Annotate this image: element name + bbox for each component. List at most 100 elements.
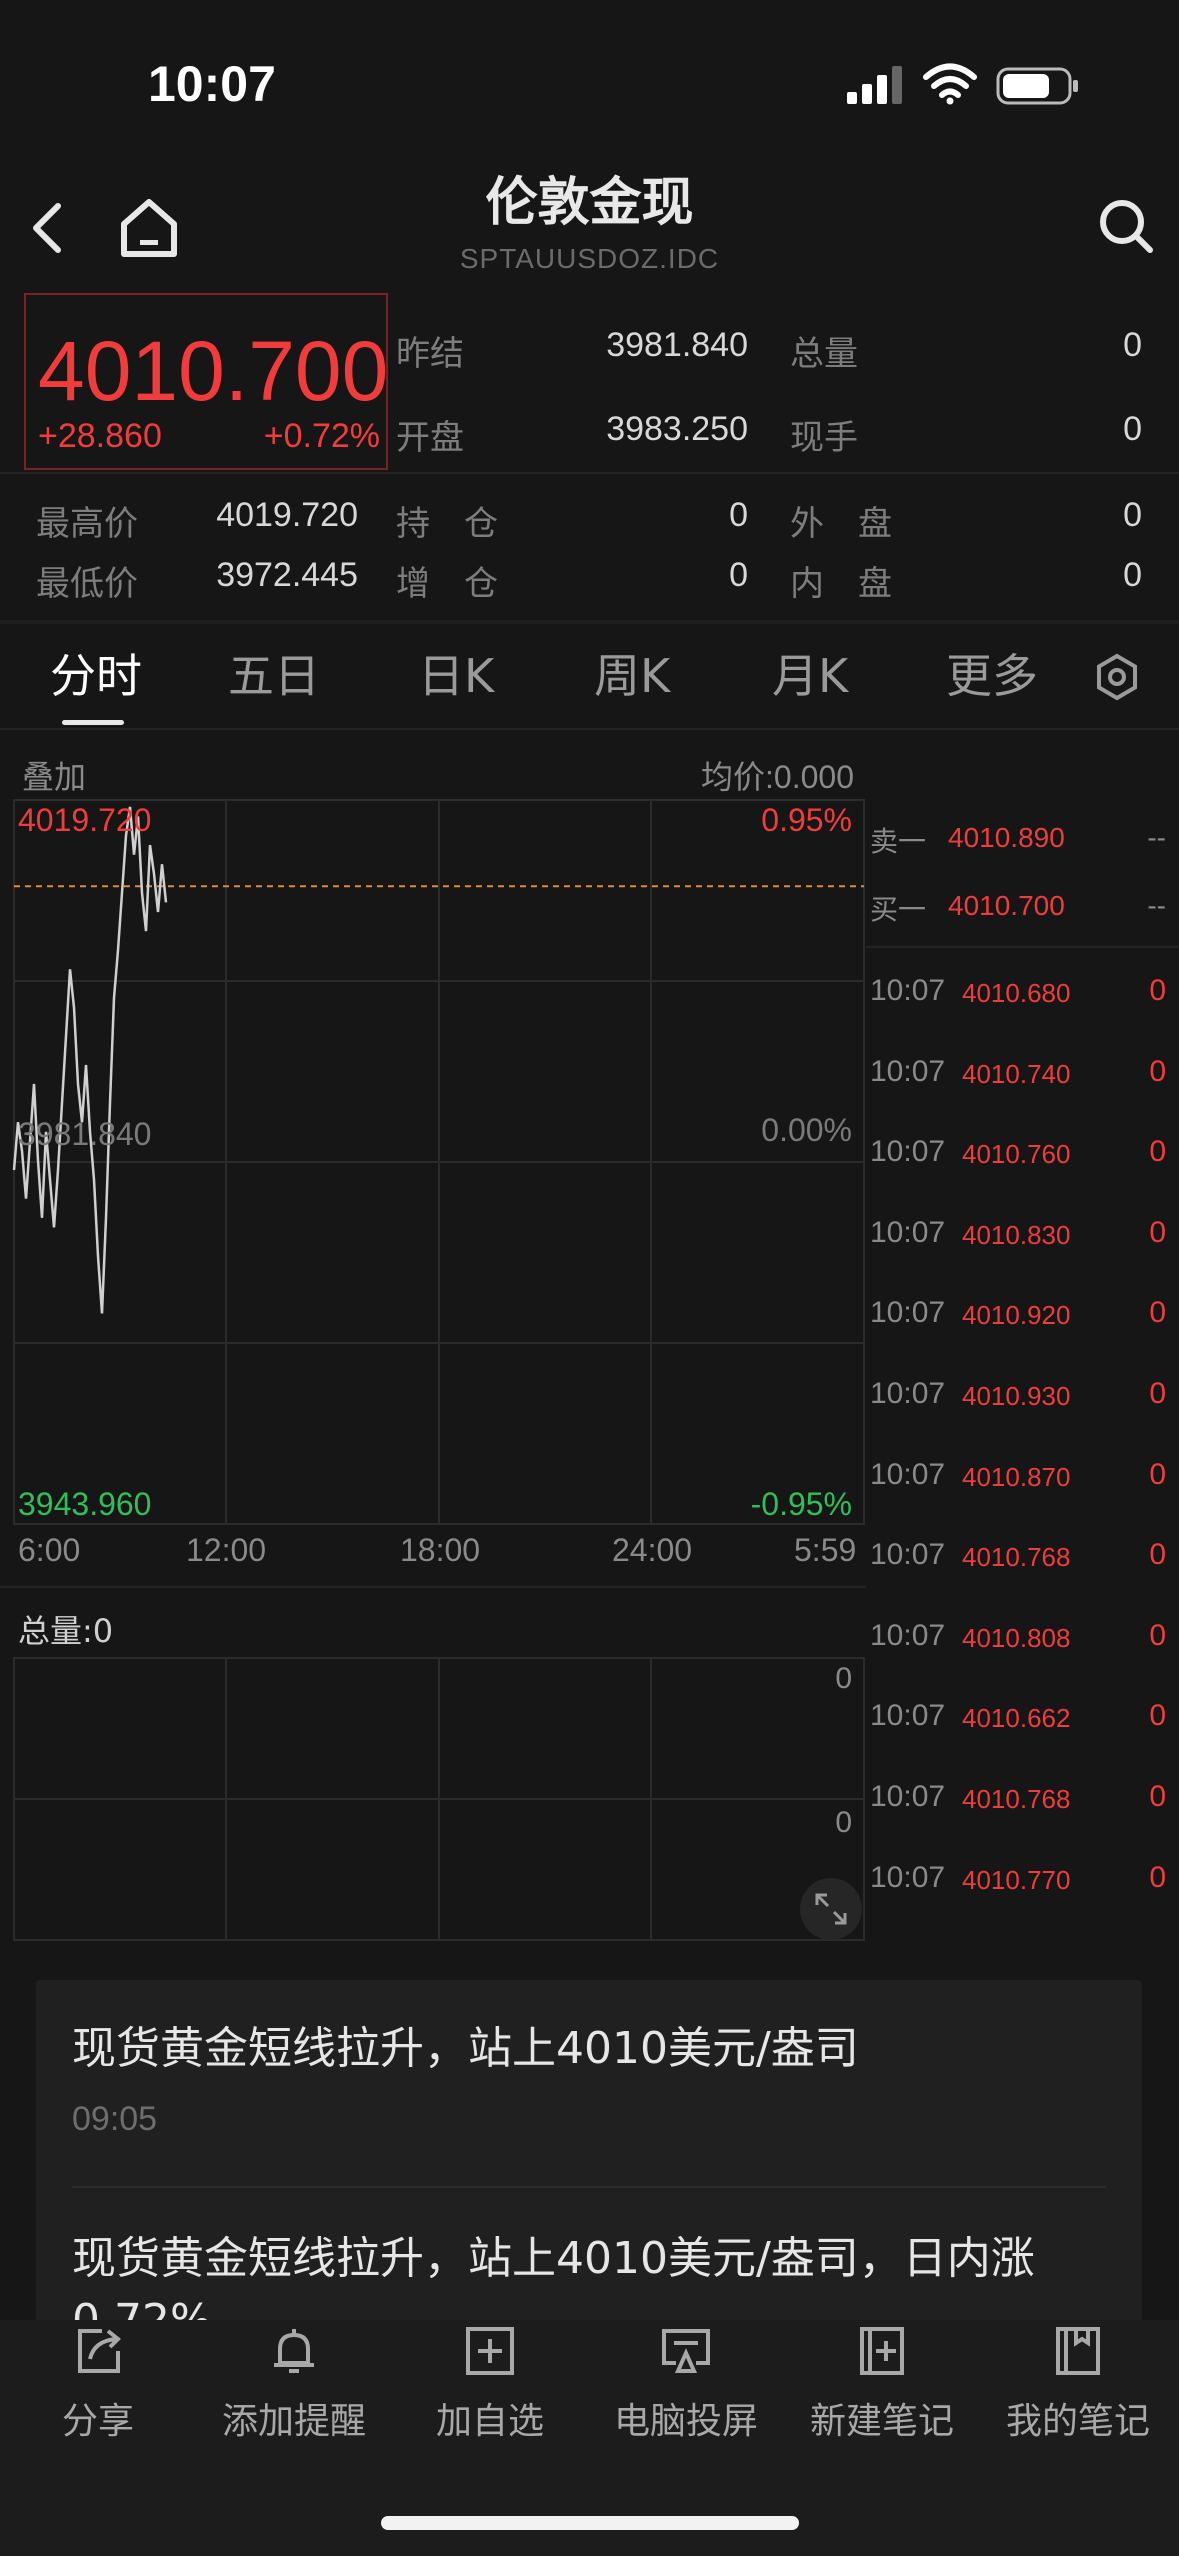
trade-price: 4010.770 [962,1865,1071,1895]
trade-tick-row: 10:07 4010.770 0 [866,1861,1179,1911]
trade-tick-row: 10:07 4010.930 0 [866,1377,1179,1427]
tab-five-day[interactable]: 五日 [228,640,320,706]
new-note-icon [860,2327,904,2375]
outer-volume-value: 0 [1123,496,1142,534]
trade-time: 10:07 [870,1458,946,1491]
ask1-label: 卖一 [870,826,927,857]
cast-label: 电脑投屏 [613,2401,758,2442]
trade-volume: 0 [1149,1055,1166,1088]
add-watchlist-label: 加自选 [435,2401,544,2442]
trade-tick-row: 10:07 4010.760 0 [866,1135,1179,1185]
instrument-code: SPTAUUSDOZ.IDC [459,243,720,274]
trade-volume: 0 [1149,1377,1166,1410]
divider [0,728,1179,730]
trade-time: 10:07 [870,1861,946,1894]
trade-tick-row: 10:07 4010.920 0 [866,1296,1179,1346]
trade-price: 4010.740 [962,1059,1071,1089]
trade-time: 10:07 [870,1780,946,1813]
search-icon[interactable] [1096,196,1156,256]
trade-tick-row: 10:07 4010.830 0 [866,1216,1179,1266]
tab-weekly-k[interactable]: 周K [594,640,670,706]
my-notes-label: 我的笔记 [1005,2401,1150,2442]
current-price-box: 4010.700 +28.860 +0.72% [24,293,388,470]
divider [0,620,1179,624]
low-value: 3972.445 [216,556,358,594]
volume-chart [13,1657,865,1941]
trade-time: 10:07 [870,1055,946,1088]
cast-icon [662,2329,710,2373]
trade-time: 10:07 [870,1538,946,1571]
trade-tick-row: 10:07 4010.808 0 [866,1619,1179,1669]
news-item-title[interactable]: 现货黄金短线拉升，站上4010美元/盎司 [72,2012,859,2076]
trade-price: 4010.808 [962,1623,1071,1653]
share-button[interactable] [0,2325,196,2381]
trade-time: 10:07 [870,1619,946,1652]
open-interest-label: 持 仓 [396,504,498,544]
low-label: 最低价 [36,564,138,604]
news-panel: 现货黄金短线拉升，站上4010美元/盎司 09:05 现货黄金短线拉升，站上40… [36,1980,1142,2360]
status-bar: 10:07 [0,0,1179,150]
battery-icon [996,67,1078,105]
trade-volume: 0 [1149,1538,1166,1571]
current-price: 4010.700 [38,324,389,418]
bell-icon [274,2329,314,2373]
trade-volume: 0 [1149,1458,1166,1491]
tab-daily-k[interactable]: 日K [418,640,494,706]
share-icon [78,2329,121,2373]
trade-time: 10:07 [870,974,946,1007]
fullscreen-button[interactable] [800,1878,862,1940]
total-volume-value: 0 [1123,326,1142,364]
high-label: 最高价 [36,504,138,544]
divider [0,472,1179,474]
settings-icon[interactable] [1092,652,1142,702]
inner-volume-label: 内 盘 [790,564,892,604]
ask1-price: 4010.890 [948,822,1065,853]
divider [72,2186,1106,2188]
tab-monthly-k[interactable]: 月K [772,640,848,706]
tab-more[interactable]: 更多 [946,640,1038,706]
trade-tick-row: 10:07 4010.870 0 [866,1458,1179,1508]
news-item-time: 09:05 [72,2100,158,2138]
x-tick: 18:00 [400,1532,481,1568]
position-change-value: 0 [729,556,748,594]
volume-axis-mid: 0 [835,1806,852,1839]
chart-bottom-pct: -0.95% [750,1486,852,1522]
position-change-label: 增 仓 [396,564,498,604]
volume-axis-top: 0 [835,1662,852,1695]
new-note-button[interactable] [784,2325,980,2381]
trade-price: 4010.920 [962,1300,1071,1330]
outer-volume-label: 外 盘 [790,504,892,544]
chart-top-price: 4019.720 [18,802,152,838]
trade-price: 4010.768 [962,1784,1071,1814]
chart-mid-price: 3981.840 [18,1116,152,1152]
x-tick: 6:00 [18,1532,81,1568]
add-alert-button[interactable] [196,2325,392,2381]
trade-volume: 0 [1149,1699,1166,1732]
cellular-signal-icon [847,66,902,104]
cast-button[interactable] [588,2325,784,2381]
total-volume-label: 总量 [790,334,858,374]
intraday-price-chart[interactable] [0,798,866,1526]
my-notes-button[interactable] [980,2325,1176,2381]
trade-price: 4010.830 [962,1220,1071,1250]
trade-tick-row: 10:07 4010.680 0 [866,974,1179,1024]
add-alert-label: 添加提醒 [221,2401,366,2442]
notebook-icon [1056,2327,1100,2375]
trade-price: 4010.760 [962,1139,1071,1169]
trade-time: 10:07 [870,1699,946,1732]
page-title: 伦敦金现 [485,173,694,233]
trade-price: 4010.870 [962,1462,1071,1492]
avg-price-label: 均价:0.000 [701,759,854,795]
divider [0,1586,866,1588]
tab-intraday[interactable]: 分时 [50,640,142,706]
trade-volume: 0 [1149,974,1166,1007]
overlay-button[interactable]: 叠加 [22,752,86,798]
open-interest-value: 0 [729,496,748,534]
trade-volume: 0 [1149,1296,1166,1329]
bid1-label: 买一 [870,894,927,925]
open-value: 3983.250 [606,410,748,448]
active-tab-indicator [62,720,124,725]
add-watchlist-button[interactable] [392,2325,588,2381]
divider [866,946,1179,948]
trade-tick-row: 10:07 4010.740 0 [866,1055,1179,1105]
